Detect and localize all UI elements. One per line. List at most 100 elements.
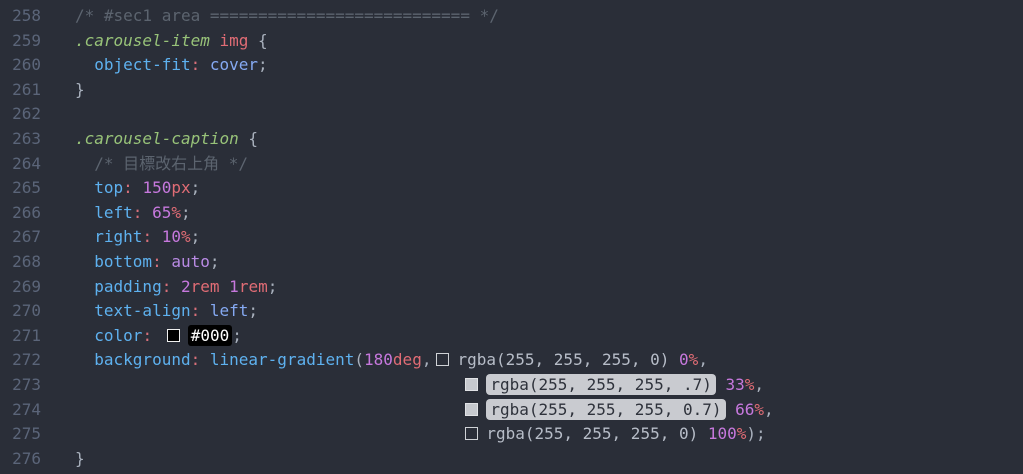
code-line[interactable]: 259.carousel-item img { (0, 29, 1023, 54)
line-content: /* 目標改右上角 */ (75, 152, 248, 177)
token-number: 180 (364, 350, 393, 369)
line-content: text-align: left; (75, 299, 258, 324)
token-element-selector: img (220, 31, 249, 50)
code-line[interactable]: 268 bottom: auto; (0, 250, 1023, 275)
code-line[interactable]: 272 background: linear-gradient(180deg,r… (0, 348, 1023, 373)
token-punctuation: ; (258, 55, 268, 74)
token-punctuation (220, 277, 230, 296)
line-number: 260 (0, 53, 41, 78)
token-colon: : (123, 178, 133, 197)
token-function: linear-gradient (210, 350, 355, 369)
token-punctuation: ; (191, 227, 201, 246)
line-number: 263 (0, 127, 41, 152)
line-content: rgba(255, 255, 255, 0.7) 66%, (75, 398, 774, 423)
token-punctuation (200, 55, 210, 74)
line-content: object-fit: cover; (75, 53, 268, 78)
token-punctuation: , (754, 375, 764, 394)
token-punctuation (200, 350, 210, 369)
line-content: rgba(255, 255, 255, .7) 33%, (75, 373, 764, 398)
line-number: 258 (0, 4, 41, 29)
token-punctuation (152, 326, 162, 345)
code-line[interactable]: 264 /* 目標改右上角 */ (0, 152, 1023, 177)
code-line[interactable]: 270 text-align: left; (0, 299, 1023, 324)
line-number: 264 (0, 152, 41, 177)
token-punctuation (75, 227, 94, 246)
token-property: object-fit (94, 55, 190, 74)
token-colon: : (142, 326, 152, 345)
code-line[interactable]: 265 top: 150px; (0, 176, 1023, 201)
color-swatch-icon[interactable] (465, 378, 478, 391)
token-rgba-value: rgba(255, 255, 255, 0) (486, 424, 698, 443)
color-swatch-icon[interactable] (465, 403, 478, 416)
token-property: top (94, 178, 123, 197)
line-number: 275 (0, 422, 41, 447)
code-line[interactable]: 274 rgba(255, 255, 255, 0.7) 66%, (0, 398, 1023, 423)
token-punctuation: } (75, 449, 85, 468)
token-punctuation (75, 350, 94, 369)
token-punctuation (75, 326, 94, 345)
token-unit: % (737, 424, 747, 443)
token-colon: : (162, 277, 172, 296)
token-punctuation: ); (746, 424, 765, 443)
token-punctuation (75, 203, 94, 222)
hex-color-pill: #000 (188, 325, 233, 346)
token-punctuation (698, 424, 708, 443)
line-number: 272 (0, 348, 41, 373)
token-property: right (94, 227, 142, 246)
token-selector: .carousel-item (75, 31, 210, 50)
token-unit: deg (393, 350, 422, 369)
token-number: 100 (708, 424, 737, 443)
token-punctuation (75, 277, 94, 296)
code-line[interactable]: 269 padding: 2rem 1rem; (0, 275, 1023, 300)
code-editor[interactable]: 258 /* #sec1 area =======================… (0, 0, 1023, 474)
token-punctuation: } (75, 80, 85, 99)
line-number: 269 (0, 275, 41, 300)
token-comment: /* #sec1 area ==========================… (75, 6, 499, 25)
token-colon: : (191, 301, 201, 320)
token-property: background (94, 350, 190, 369)
code-line[interactable]: 263.carousel-caption { (0, 127, 1023, 152)
line-number: 276 (0, 447, 41, 472)
token-colon: : (133, 203, 143, 222)
line-content: padding: 2rem 1rem; (75, 275, 277, 300)
code-line[interactable]: 266 left: 65%; (0, 201, 1023, 226)
token-punctuation (669, 350, 679, 369)
color-swatch-icon[interactable] (167, 329, 180, 342)
token-property: left (94, 203, 133, 222)
line-number: 273 (0, 373, 41, 398)
token-punctuation: ; (210, 252, 220, 271)
line-number: 265 (0, 176, 41, 201)
token-unit: % (171, 203, 181, 222)
token-punctuation (162, 252, 172, 271)
token-punctuation: ; (232, 326, 242, 345)
token-punctuation (171, 277, 181, 296)
token-punctuation (75, 252, 94, 271)
token-number: 2 (181, 277, 191, 296)
token-punctuation (152, 227, 162, 246)
code-line[interactable]: 258 /* #sec1 area =======================… (0, 4, 1023, 29)
line-number: 267 (0, 225, 41, 250)
code-line[interactable]: 273 rgba(255, 255, 255, .7) 33%, (0, 373, 1023, 398)
token-unit: rem (191, 277, 220, 296)
line-number: 266 (0, 201, 41, 226)
color-swatch-icon[interactable] (436, 353, 449, 366)
token-property: color (94, 326, 142, 345)
token-number: 66 (735, 400, 754, 419)
code-line[interactable]: 275 rgba(255, 255, 255, 0) 100%); (0, 422, 1023, 447)
line-content: top: 150px; (75, 176, 200, 201)
code-line[interactable]: 276} (0, 447, 1023, 472)
token-punctuation: ; (248, 301, 258, 320)
code-line[interactable]: 262 (0, 102, 1023, 127)
token-punctuation: ; (268, 277, 278, 296)
line-number: 271 (0, 324, 41, 349)
code-line[interactable]: 267 right: 10%; (0, 225, 1023, 250)
token-unit: % (754, 400, 764, 419)
token-comment: /* 目標改右上角 */ (94, 154, 248, 173)
code-line[interactable]: 261} (0, 78, 1023, 103)
code-line[interactable]: 260 object-fit: cover; (0, 53, 1023, 78)
token-rgba-value: rgba(255, 255, 255, 0) (457, 350, 669, 369)
color-swatch-icon[interactable] (465, 427, 478, 440)
token-punctuation: ; (191, 178, 201, 197)
code-line[interactable]: 271 color: #000; (0, 324, 1023, 349)
line-content: right: 10%; (75, 225, 200, 250)
